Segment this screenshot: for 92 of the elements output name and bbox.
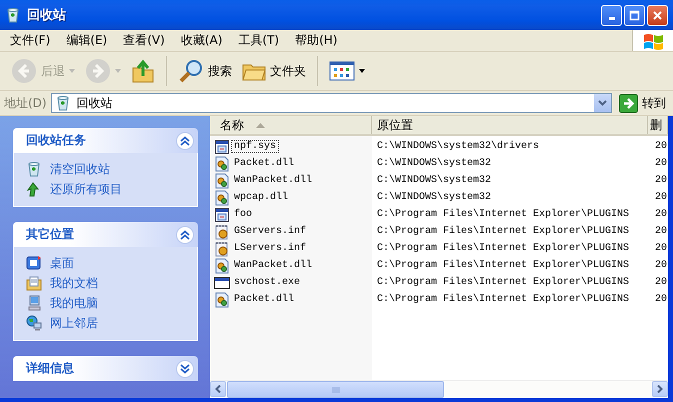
task-link[interactable]: 桌面 — [26, 255, 187, 271]
chevron-right-icon — [657, 385, 663, 393]
window-title: 回收站 — [27, 7, 67, 24]
file-name[interactable]: Packet.dll — [231, 157, 298, 170]
expand-chevron-icon — [176, 360, 194, 378]
recycle-bin-icon — [5, 7, 21, 23]
task-link[interactable]: 还原所有项目 — [26, 181, 187, 197]
gear-file-icon — [214, 190, 230, 206]
table-cell-text: 20 — [654, 158, 668, 169]
task-link[interactable]: 网上邻居 — [26, 315, 187, 331]
folder-document-icon — [26, 275, 42, 291]
original-location: C:\Program Files\Internet Explorer\PLUGINS — [376, 294, 630, 305]
file-name[interactable]: wpcap.dll — [231, 191, 292, 204]
close-button[interactable] — [647, 4, 668, 26]
file-name[interactable]: WanPacket.dll — [231, 259, 316, 272]
folders-button[interactable]: 文件夹 — [239, 58, 309, 84]
window-file-icon — [214, 206, 230, 222]
file-name[interactable]: Packet.dll — [231, 293, 298, 306]
chevron-left-icon — [215, 385, 221, 393]
table-cell-text: 20 — [654, 294, 668, 305]
file-name[interactable]: WanPacket.dll — [231, 174, 316, 187]
caret-icon — [359, 69, 365, 73]
original-location: C:\Program Files\Internet Explorer\PLUGINS — [376, 226, 630, 237]
maximize-icon — [629, 10, 640, 20]
file-name[interactable]: LServers.inf — [231, 242, 310, 255]
menu-item[interactable]: 查看(V) — [115, 32, 173, 49]
panel-header[interactable]: 其它位置 — [13, 222, 198, 247]
gear-file-icon — [214, 292, 230, 308]
collapse-chevron-icon — [176, 226, 194, 244]
gear-file-icon — [214, 156, 230, 172]
dropdown-button[interactable] — [593, 94, 611, 112]
sort-up-icon — [256, 122, 265, 128]
minimize-button[interactable] — [601, 4, 622, 26]
views-grid-icon — [329, 61, 355, 81]
column-header[interactable]: 名称 — [210, 116, 372, 134]
caret-icon — [69, 69, 75, 73]
task-link[interactable]: 我的文档 — [26, 275, 187, 291]
minimize-icon — [608, 17, 614, 20]
collapse-chevron-icon — [176, 132, 194, 150]
panel-header[interactable]: 详细信息 — [13, 356, 198, 381]
table-cell-text: 20 — [654, 260, 668, 271]
horizontal-scrollbar[interactable] — [210, 380, 668, 398]
table-cell-text: 20 — [654, 192, 668, 203]
menu-item[interactable]: 工具(T) — [230, 32, 288, 49]
original-location: C:\Program Files\Internet Explorer\PLUGINS — [376, 277, 630, 288]
table-cell-text: 20 — [654, 209, 668, 220]
gear-notepad-icon — [214, 240, 230, 256]
table-cell-text: 20 — [654, 141, 668, 152]
original-location: C:\Program Files\Internet Explorer\PLUGINS — [376, 209, 630, 220]
file-name[interactable]: foo — [231, 208, 256, 221]
menu-item[interactable]: 帮助(H) — [287, 32, 346, 49]
search-icon — [178, 58, 204, 84]
gear-notepad-icon — [214, 224, 230, 240]
grip-icon — [332, 386, 340, 392]
original-location: C:\WINDOWS\system32 — [376, 175, 492, 186]
computer-icon — [26, 295, 42, 311]
original-location: C:\WINDOWS\system32\drivers — [376, 141, 540, 152]
globe-computer-icon — [26, 315, 42, 331]
original-location: C:\Program Files\Internet Explorer\PLUGINS — [376, 260, 630, 271]
address-field[interactable]: 回收站 — [50, 93, 612, 113]
menu-item[interactable]: 编辑(E) — [58, 32, 116, 49]
column-header[interactable]: 原位置 — [372, 116, 648, 134]
task-link[interactable]: 清空回收站 — [26, 161, 187, 177]
caret-icon — [115, 69, 121, 73]
table-cell-text: 20 — [654, 226, 668, 237]
menu-item[interactable]: 收藏(A) — [172, 32, 230, 49]
original-location: C:\Program Files\Internet Explorer\PLUGINS — [376, 243, 630, 254]
task-link[interactable]: 我的电脑 — [26, 295, 187, 311]
window-file-icon — [214, 138, 230, 154]
go-button[interactable]: 转到 — [616, 94, 669, 112]
close-icon — [652, 10, 663, 20]
chevron-down-icon — [598, 100, 607, 106]
original-location: C:\WINDOWS\system32 — [376, 158, 492, 169]
folder-up-icon — [131, 58, 155, 84]
table-cell-text: 20 — [654, 243, 668, 254]
column-header[interactable]: 删 — [648, 116, 668, 134]
original-location: C:\WINDOWS\system32 — [376, 192, 492, 203]
gear-file-icon — [214, 258, 230, 274]
panel-header[interactable]: 回收站任务 — [13, 128, 198, 153]
search-button[interactable]: 搜索 — [175, 56, 235, 86]
address-label: 地址(D) — [4, 94, 47, 112]
recycle-bin-icon — [54, 95, 71, 111]
file-name[interactable]: npf.sys — [231, 140, 280, 153]
table-cell-text: 20 — [654, 277, 668, 288]
file-name[interactable]: svchost.exe — [231, 276, 304, 289]
program-window-icon — [214, 274, 230, 290]
maximize-button[interactable] — [624, 4, 645, 26]
menu-item[interactable]: 文件(F) — [2, 32, 58, 49]
recycle-bin-icon — [26, 161, 42, 177]
gear-file-icon — [214, 172, 230, 188]
file-name[interactable]: GServers.inf — [231, 225, 310, 238]
table-cell-text: 20 — [654, 175, 668, 186]
